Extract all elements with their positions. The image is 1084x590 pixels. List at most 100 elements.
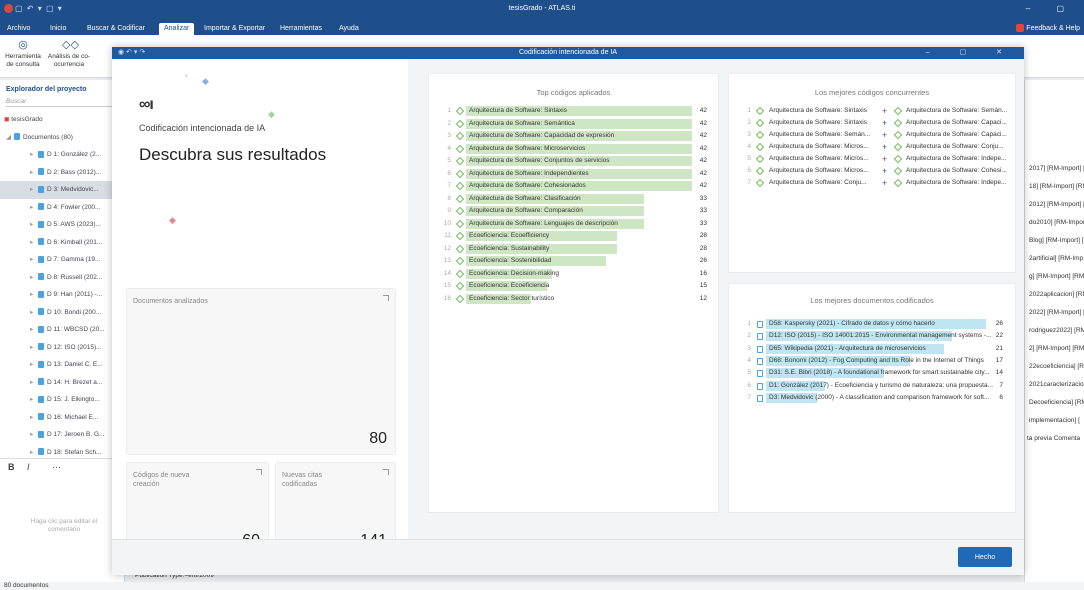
- cooccurrence-row[interactable]: 7 Arquitectura de Software: Conju... + Arqu…: [729, 177, 1017, 189]
- sidebar-document-item[interactable]: ▸ D 1: González (2...: [0, 146, 124, 164]
- menu-herramientas[interactable]: Herramientas: [275, 23, 327, 35]
- expand-icon[interactable]: ▸: [30, 251, 38, 269]
- sidebar-document-item[interactable]: ▸ D 16: Michael E...: [0, 409, 124, 427]
- expand-icon[interactable]: ▸: [30, 374, 38, 392]
- sidebar-document-item[interactable]: ▸ D 11: WBCSD (20...: [0, 321, 124, 339]
- sidebar-document-item[interactable]: ▸ D 7: Gamma (19...: [0, 251, 124, 269]
- reference-line[interactable]: 2022aplicacion] [RM: [1025, 286, 1084, 304]
- project-node[interactable]: ◼ tesisGrado: [0, 111, 124, 129]
- top-code-row[interactable]: 11 Ecoeficiencia: Ecoefficiency 28: [429, 230, 720, 242]
- top-code-row[interactable]: 2 Arquitectura de Software: Semántica 42: [429, 118, 720, 130]
- expand-icon[interactable]: ▸: [30, 146, 38, 164]
- menu-archivo[interactable]: Archivo: [2, 23, 35, 35]
- menu-analizar[interactable]: Analizar: [159, 23, 195, 35]
- expand-icon[interactable]: ▸: [30, 356, 38, 374]
- cooccurrence-row[interactable]: 3 Arquitectura de Software: Semán... + Arqu…: [729, 129, 1017, 141]
- expand-icon[interactable]: ▸: [30, 321, 38, 339]
- reference-line[interactable]: 2artificial] [RM-Imp: [1025, 250, 1084, 268]
- expand-icon[interactable]: ▸: [30, 304, 38, 322]
- top-document-row[interactable]: 1 D58: Kaspersky (2021) - Cifrado de dato…: [729, 318, 1017, 330]
- top-code-row[interactable]: 13 Ecoeficiencia: Sostenibilidad 26: [429, 255, 720, 267]
- top-code-row[interactable]: 12 Ecoeficiencia: Sustainability 28: [429, 243, 720, 255]
- top-code-row[interactable]: 7 Arquitectura de Software: Cohesionados 4…: [429, 180, 720, 192]
- top-document-row[interactable]: 5 D31: S.E. Bibri (2018) - A foundational…: [729, 367, 1017, 379]
- sidebar-document-item[interactable]: ▸ D 8: Russell (202...: [0, 269, 124, 287]
- reference-line[interactable]: 2012] [RM-Import] [I: [1025, 196, 1084, 214]
- top-code-row[interactable]: 9 Arquitectura de Software: Comparación 33: [429, 205, 720, 217]
- top-code-row[interactable]: 5 Arquitectura de Software: Conjuntos de …: [429, 155, 720, 167]
- sidebar-document-item[interactable]: ▸ D 10: Bondi (200...: [0, 304, 124, 322]
- feedback-help-button[interactable]: Feedback & Help: [1016, 24, 1080, 32]
- expand-icon[interactable]: ▸: [30, 199, 38, 217]
- sidebar-document-item[interactable]: ▸ D 6: Kimball (201...: [0, 234, 124, 252]
- menu-ayuda[interactable]: Ayuda: [334, 23, 364, 35]
- done-button[interactable]: Hecho: [958, 547, 1012, 567]
- expand-icon[interactable]: ▸: [30, 286, 38, 304]
- reference-line[interactable]: g] [RM-Import] [RM: [1025, 268, 1084, 286]
- reference-line[interactable]: do2010] [RM-Import: [1025, 214, 1084, 232]
- expand-icon[interactable]: ▸: [30, 339, 38, 357]
- sidebar-document-item[interactable]: ▸ D 15: J. Elkingto...: [0, 391, 124, 409]
- expand-icon[interactable]: ▸: [30, 164, 38, 182]
- expand-icon[interactable]: ▸: [30, 234, 38, 252]
- sidebar-document-item[interactable]: ▸ D 14: H. Brezet a...: [0, 374, 124, 392]
- top-code-row[interactable]: 6 Arquitectura de Software: Independiente…: [429, 168, 720, 180]
- cooccurrence-row[interactable]: 1 Arquitectura de Software: Sintaxis + Arqu…: [729, 105, 1017, 117]
- reference-line[interactable]: 2] [RM-Import] [RM: [1025, 340, 1084, 358]
- dialog-quick-access[interactable]: ◉ ↶ ▾ ↷: [118, 47, 145, 59]
- expand-icon[interactable]: ▸: [30, 216, 38, 234]
- expand-icon[interactable]: ▸: [30, 181, 38, 199]
- dialog-window-controls[interactable]: – ▢ ✕: [926, 47, 1016, 59]
- reference-line[interactable]: 22ecoeficiencia] [R: [1025, 358, 1084, 376]
- sidebar-document-item[interactable]: ▸ D 5: AWS (2023)...: [0, 216, 124, 234]
- bold-button[interactable]: B: [8, 462, 15, 472]
- expand-icon[interactable]: ▸: [30, 409, 38, 427]
- cooccurrence-row[interactable]: 2 Arquitectura de Software: Sintaxis + Arqu…: [729, 117, 1017, 129]
- top-code-row[interactable]: 14 Ecoeficiencia: Decision-making 16: [429, 268, 720, 280]
- top-document-row[interactable]: 3 D65: Wikipedia (2021) - Arquitectura de…: [729, 343, 1017, 355]
- sidebar-document-item[interactable]: ▸ D 13: Daniel C. E...: [0, 356, 124, 374]
- cooccurrence-button[interactable]: ◇◇ Análisis de co-ocurrencia: [46, 39, 92, 69]
- sidebar-document-item[interactable]: ▸ D 17: Jeroen B. G...: [0, 426, 124, 444]
- top-code-row[interactable]: 16 Ecoeficiencia: Sector turístico 12: [429, 293, 720, 305]
- expand-icon[interactable]: ▸: [30, 269, 38, 287]
- right-pane-tabs[interactable]: ta previa Comenta: [1027, 435, 1080, 442]
- sidebar-document-item[interactable]: ▸ D 2: Bass (2012)...: [0, 164, 124, 182]
- top-code-row[interactable]: 1 Arquitectura de Software: Sintaxis 42: [429, 105, 720, 117]
- reference-line[interactable]: Blog] [RM-Import] [R: [1025, 232, 1084, 250]
- reference-line[interactable]: 2017] [RM-Import] [F: [1025, 160, 1084, 178]
- top-document-row[interactable]: 7 D3: Medvidovic (2000) - A classificatio…: [729, 392, 1017, 404]
- menu-inicio[interactable]: Inicio: [45, 23, 71, 35]
- reference-line[interactable]: 18] [RM-Import] [RN: [1025, 178, 1084, 196]
- project-search-input[interactable]: Buscar: [6, 96, 118, 107]
- menu-importar-exportar[interactable]: Importar & Exportar: [199, 23, 270, 35]
- query-tool-button[interactable]: ◎ Herramienta de consulta: [2, 39, 44, 69]
- top-code-row[interactable]: 4 Arquitectura de Software: Microservicio…: [429, 143, 720, 155]
- menu-buscar-codificar[interactable]: Buscar & Codificar: [82, 23, 150, 35]
- sidebar-document-item[interactable]: ▸ D 12: ISO (2015)...: [0, 339, 124, 357]
- top-document-row[interactable]: 4 D68: Bonomi (2012) - Fog Computing and …: [729, 355, 1017, 367]
- window-controls[interactable]: – ▢: [1026, 4, 1076, 13]
- sidebar-document-item[interactable]: ▸ D 4: Fowler (200...: [0, 199, 124, 217]
- top-document-row[interactable]: 2 D12: ISO (2015) - ISO 14001:2015 - Envi…: [729, 330, 1017, 342]
- documents-group[interactable]: ◢ Documentos (80): [0, 129, 124, 147]
- comment-placeholder[interactable]: Haga clic para editar el comentario: [14, 518, 114, 534]
- top-code-row[interactable]: 8 Arquitectura de Software: Clasificación…: [429, 193, 720, 205]
- sidebar-document-item[interactable]: ▸ D 3: Medvidovic...: [0, 181, 124, 199]
- top-code-row[interactable]: 15 Ecoeficiencia: Ecoeficiencia 15: [429, 280, 720, 292]
- cooccurrence-row[interactable]: 5 Arquitectura de Software: Micros... + Arq…: [729, 153, 1017, 165]
- expand-icon[interactable]: ▸: [30, 426, 38, 444]
- expand-icon[interactable]: ▸: [30, 391, 38, 409]
- reference-line[interactable]: rodriguez2022] [RM: [1025, 322, 1084, 340]
- sidebar-document-item[interactable]: ▸ D 9: Han (2011) -...: [0, 286, 124, 304]
- cooccurrence-row[interactable]: 4 Arquitectura de Software: Micros... + Arq…: [729, 141, 1017, 153]
- top-document-row[interactable]: 6 D1: González (2017) - Ecoeficiencia y t…: [729, 380, 1017, 392]
- reference-line[interactable]: implementacion] [: [1025, 412, 1084, 430]
- reference-line[interactable]: Decoeficiencia] [RM: [1025, 394, 1084, 412]
- cooccurrence-row[interactable]: 6 Arquitectura de Software: Micros... + Arq…: [729, 165, 1017, 177]
- reference-line[interactable]: 2022] [RM-Import] [: [1025, 304, 1084, 322]
- top-code-row[interactable]: 10 Arquitectura de Software: Lenguajes de…: [429, 218, 720, 230]
- reference-line[interactable]: 2021caracterizacion: [1025, 376, 1084, 394]
- italic-button[interactable]: I: [27, 462, 30, 472]
- more-options-icon[interactable]: ···: [52, 462, 61, 472]
